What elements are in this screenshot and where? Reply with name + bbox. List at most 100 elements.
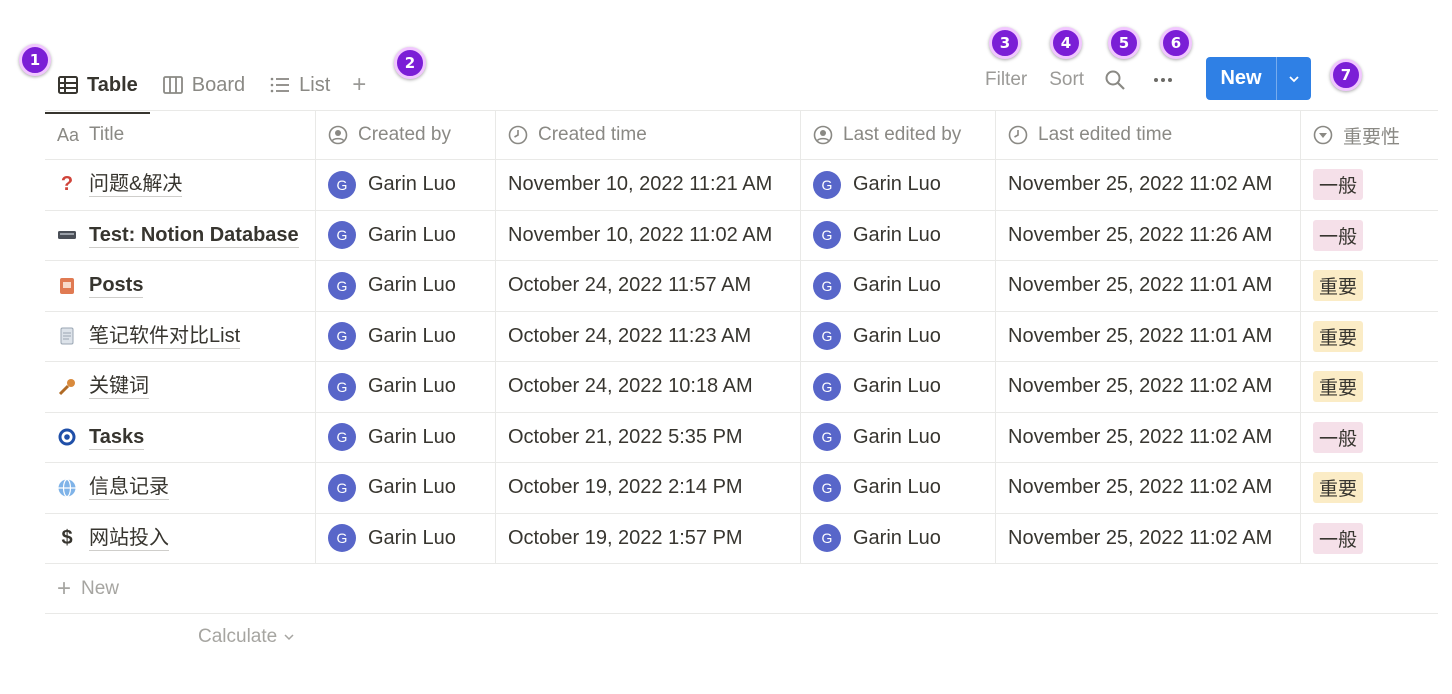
importance-tag: 一般 <box>1313 522 1364 554</box>
cell-created-by[interactable]: G Garin Luo <box>316 463 496 513</box>
cell-last-edited-time[interactable]: November 25, 2022 11:02 AM <box>996 513 1301 563</box>
cell-last-edited-time[interactable]: November 25, 2022 11:02 AM <box>996 362 1301 412</box>
page-title-link[interactable]: Tasks <box>89 425 145 450</box>
search-button[interactable] <box>1104 69 1126 91</box>
column-header-importance[interactable]: 重要性 <box>1301 111 1438 159</box>
annotation-badge-3: 3 <box>989 27 1021 59</box>
cell-importance[interactable]: 重要 <box>1301 463 1438 513</box>
page-title-link[interactable]: 关键词 <box>89 374 149 400</box>
sort-button[interactable]: Sort <box>1049 69 1084 91</box>
cell-created-by[interactable]: G Garin Luo <box>316 513 496 563</box>
table-row[interactable]: Test: Notion Database G Garin Luo November … <box>45 210 1438 261</box>
cell-created-by[interactable]: G Garin Luo <box>316 311 496 361</box>
table-row[interactable]: ? 问题&解决 G Garin Luo November 10, 2022 11:21 … <box>45 160 1438 211</box>
cell-created-time[interactable]: October 24, 2022 11:57 AM <box>496 261 801 311</box>
cell-created-by[interactable]: G Garin Luo <box>316 412 496 462</box>
cell-importance[interactable]: 一般 <box>1301 211 1438 261</box>
cell-last-edited-time[interactable]: November 25, 2022 11:02 AM <box>996 463 1301 513</box>
cell-created-by[interactable]: G Garin Luo <box>316 160 496 210</box>
person-name: Garin Luo <box>368 173 456 196</box>
keyboard-icon <box>57 225 77 245</box>
board-icon <box>162 76 183 94</box>
cell-title[interactable]: $ 网站投入 <box>45 513 316 563</box>
new-button[interactable]: New <box>1206 57 1311 100</box>
page-title-link[interactable]: Posts <box>89 273 144 299</box>
filter-button[interactable]: Filter <box>985 69 1027 91</box>
cell-importance[interactable]: 重要 <box>1301 312 1438 362</box>
date-value: November 25, 2022 11:26 AM <box>1008 223 1273 246</box>
cell-last-edited-by[interactable]: G Garin Luo <box>801 513 996 563</box>
view-toolbar: Filter Sort <box>985 58 1174 102</box>
cell-last-edited-by[interactable]: G Garin Luo <box>801 362 996 412</box>
more-options-button[interactable] <box>1152 69 1174 91</box>
cell-title[interactable]: Test: Notion Database <box>45 210 316 260</box>
table-row[interactable]: Posts G Garin Luo October 24, 2022 11:57 AM… <box>45 261 1438 312</box>
page-title-link[interactable]: Test: Notion Database <box>89 223 299 248</box>
cell-last-edited-time[interactable]: November 25, 2022 11:01 AM <box>996 261 1301 311</box>
new-options-dropdown[interactable] <box>1276 57 1311 100</box>
cell-importance[interactable]: 重要 <box>1301 261 1438 311</box>
add-row-button[interactable]: + New <box>45 564 1438 614</box>
cell-title[interactable]: Posts <box>45 261 316 311</box>
page-title-link[interactable]: 问题&解决 <box>89 172 183 198</box>
table-row[interactable]: 笔记软件对比List G Garin Luo October 24, 2022 11:… <box>45 311 1438 362</box>
column-header-title[interactable]: Aa Title <box>45 111 316 159</box>
tab-list[interactable]: List <box>257 65 342 105</box>
cell-last-edited-by[interactable]: G Garin Luo <box>801 261 996 311</box>
cell-created-time[interactable]: November 10, 2022 11:21 AM <box>496 160 801 210</box>
date-value: November 25, 2022 11:02 AM <box>1008 375 1273 398</box>
person-name: Garin Luo <box>853 274 941 297</box>
cell-importance[interactable]: 一般 <box>1301 514 1438 564</box>
cell-importance[interactable]: 一般 <box>1301 413 1438 463</box>
table-row[interactable]: $ 网站投入 G Garin Luo October 19, 2022 1:57 PM G… <box>45 513 1438 564</box>
annotation-badge-7: 7 <box>1330 59 1362 91</box>
tab-table[interactable]: Table <box>45 65 150 114</box>
add-view-button[interactable]: + <box>342 71 376 99</box>
cell-last-edited-time[interactable]: November 25, 2022 11:02 AM <box>996 412 1301 462</box>
cell-last-edited-time[interactable]: November 25, 2022 11:01 AM <box>996 311 1301 361</box>
column-header-created-by[interactable]: Created by <box>316 111 496 159</box>
table-row[interactable]: 信息记录 G Garin Luo October 19, 2022 2:14 PM G G… <box>45 463 1438 514</box>
column-header-last-edited-time[interactable]: Last edited time <box>996 111 1301 159</box>
cell-importance[interactable]: 重要 <box>1301 362 1438 412</box>
cell-last-edited-time[interactable]: November 25, 2022 11:02 AM <box>996 160 1301 210</box>
cell-last-edited-by[interactable]: G Garin Luo <box>801 412 996 462</box>
column-header-last-edited-by[interactable]: Last edited by <box>801 111 996 159</box>
avatar: G <box>328 423 356 452</box>
calculate-button[interactable]: Calculate <box>198 626 295 648</box>
cell-created-time[interactable]: October 24, 2022 11:23 AM <box>496 311 801 361</box>
column-header-created-time[interactable]: Created time <box>496 111 801 159</box>
table-row[interactable]: 关键词 G Garin Luo October 24, 2022 10:18 AM G G… <box>45 362 1438 413</box>
cell-last-edited-by[interactable]: G Garin Luo <box>801 463 996 513</box>
importance-tag: 重要 <box>1313 472 1364 504</box>
cell-title[interactable]: 信息记录 <box>45 463 316 513</box>
cell-last-edited-time[interactable]: November 25, 2022 11:26 AM <box>996 210 1301 260</box>
more-icon <box>1154 78 1173 82</box>
cell-title[interactable]: 关键词 <box>45 362 316 412</box>
cell-created-time[interactable]: October 19, 2022 1:57 PM <box>496 513 801 563</box>
memo-icon <box>57 326 77 346</box>
cell-title[interactable]: 笔记软件对比List <box>45 311 316 361</box>
cell-created-time[interactable]: October 21, 2022 5:35 PM <box>496 412 801 462</box>
cell-last-edited-by[interactable]: G Garin Luo <box>801 311 996 361</box>
page-title-link[interactable]: 笔记软件对比List <box>89 324 241 349</box>
cell-created-time[interactable]: October 24, 2022 10:18 AM <box>496 362 801 412</box>
cell-created-by[interactable]: G Garin Luo <box>316 210 496 260</box>
person-icon <box>328 125 348 145</box>
cell-created-time[interactable]: October 19, 2022 2:14 PM <box>496 463 801 513</box>
page-title-link[interactable]: 网站投入 <box>89 526 169 551</box>
table-row[interactable]: Tasks G Garin Luo October 21, 2022 5:35 PM G… <box>45 412 1438 463</box>
cell-created-time[interactable]: November 10, 2022 11:02 AM <box>496 210 801 260</box>
cell-created-by[interactable]: G Garin Luo <box>316 362 496 412</box>
column-label: Last edited by <box>843 124 962 145</box>
cell-title[interactable]: ? 问题&解决 <box>45 160 316 210</box>
cell-last-edited-by[interactable]: G Garin Luo <box>801 210 996 260</box>
cell-importance[interactable]: 一般 <box>1301 160 1438 210</box>
question-icon: ? <box>60 173 74 196</box>
new-button-label[interactable]: New <box>1206 57 1276 100</box>
cell-title[interactable]: Tasks <box>45 412 316 462</box>
cell-last-edited-by[interactable]: G Garin Luo <box>801 160 996 210</box>
tab-board[interactable]: Board <box>150 65 257 105</box>
page-title-link[interactable]: 信息记录 <box>89 475 169 501</box>
cell-created-by[interactable]: G Garin Luo <box>316 261 496 311</box>
